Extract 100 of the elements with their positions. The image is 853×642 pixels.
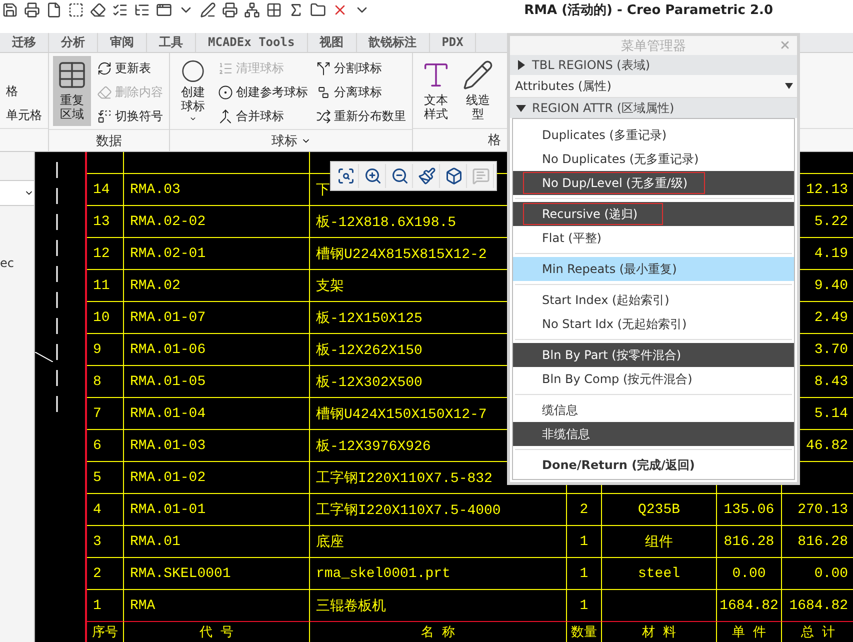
table-cell: 2 <box>87 558 124 590</box>
split-icon <box>316 60 331 76</box>
table-cell: 1684.82 <box>782 590 853 622</box>
ribbon-tab[interactable]: 工具 <box>147 33 196 52</box>
list-icon[interactable] <box>112 2 128 18</box>
table-cell: 11 <box>87 270 124 302</box>
menu-item[interactable]: Duplicates (多重记录) <box>513 123 794 147</box>
panel-title: 菜单管理器 <box>621 38 686 54</box>
panel-label: ec <box>0 256 15 270</box>
header-cell: 总 计 <box>782 622 853 642</box>
ribbon-button[interactable]: 格 <box>4 80 44 102</box>
dropdown-field[interactable] <box>0 180 34 206</box>
network-icon[interactable] <box>244 2 260 18</box>
table-cell: RMA.SKEL0001 <box>124 558 310 590</box>
header-cell: 名 称 <box>310 622 567 642</box>
table-cell: 816.28 <box>717 526 782 558</box>
menu-section[interactable]: TBL REGIONS (表域) <box>510 55 797 75</box>
table-cell: 14 <box>87 174 124 206</box>
triangle-right-icon <box>516 60 526 70</box>
ungroup-icon <box>316 84 331 100</box>
header-cell: 序号 <box>87 622 124 642</box>
table-cell: RMA.02-01 <box>124 238 310 270</box>
eraser-icon[interactable] <box>90 2 106 18</box>
printer-icon[interactable] <box>222 2 238 18</box>
window-title: RMA (活动的) - Creo Parametric 2.0 <box>524 2 773 19</box>
grid-icon[interactable] <box>266 2 282 18</box>
ribbon-tab[interactable]: 迁移 <box>0 33 49 52</box>
ribbon-tab[interactable]: MCADEx Tools <box>196 33 308 52</box>
ribbon-button[interactable]: 文本样式 <box>417 56 455 126</box>
refresh-icon <box>97 60 112 76</box>
folder-icon[interactable] <box>310 2 326 18</box>
menu-item[interactable]: No Duplicates (无多重记录) <box>513 147 794 171</box>
shuffle-icon <box>316 108 331 124</box>
ribbon-button[interactable]: 创建球标 <box>174 56 212 126</box>
table-cell: 0.00 <box>717 558 782 590</box>
ribbon-button[interactable]: 分割球标 <box>314 57 408 79</box>
table-cell: 135.06 <box>717 494 782 526</box>
table-cell: 6 <box>87 430 124 462</box>
table-cell: RMA <box>124 590 310 622</box>
menu-item[interactable]: No Dup/Level (无多重/级) <box>513 171 794 195</box>
table-cell: 7 <box>87 398 124 430</box>
table-cell: 8 <box>87 366 124 398</box>
table-cell: 4 <box>87 494 124 526</box>
ribbon-button[interactable]: 单元格 <box>4 104 44 126</box>
zoom-fit-icon <box>336 167 354 185</box>
ribbon-button[interactable]: 重复区域 <box>53 56 91 126</box>
table-cell: 1 <box>567 526 602 558</box>
ribbon-button[interactable]: 切换符号 <box>95 105 165 127</box>
zoom-in-icon <box>364 167 382 185</box>
table-cell: 0.00 <box>782 558 853 590</box>
table-cell: RMA.01-05 <box>124 366 310 398</box>
frame-icon[interactable] <box>68 2 84 18</box>
tree-icon[interactable] <box>134 2 150 18</box>
caret-icon <box>785 83 793 89</box>
eraser-icon <box>97 84 112 100</box>
file-icon[interactable] <box>46 2 62 18</box>
table-cell: steel <box>602 558 717 590</box>
menu-item[interactable]: Min Repeats (最小重复) <box>513 257 794 281</box>
triangle-down-icon <box>516 103 526 113</box>
attributes-dropdown[interactable]: Attributes (属性) <box>510 75 797 98</box>
ribbon-button[interactable]: 分离球标 <box>314 81 408 103</box>
table-cell: RMA.01-07 <box>124 302 310 334</box>
table-icon <box>56 59 88 91</box>
menu-item[interactable]: Bln By Part (按零件混合) <box>513 343 794 367</box>
menu-item[interactable]: 非缆信息 <box>513 422 794 446</box>
table-cell: 270.13 <box>782 494 853 526</box>
table-cell: RMA.03 <box>124 174 310 206</box>
save-icon[interactable] <box>2 2 18 18</box>
ribbon-tab[interactable]: 分析 <box>49 33 98 52</box>
group-label: 数据 <box>96 132 122 150</box>
ribbon-tab[interactable]: 审阅 <box>98 33 147 52</box>
table-cell: 1 <box>567 558 602 590</box>
ribbon-tab[interactable]: 视图 <box>308 33 357 52</box>
cube-icon <box>444 167 462 185</box>
header-cell: 材 料 <box>602 622 717 642</box>
ribbon-button[interactable]: 更新表 <box>95 57 165 79</box>
ribbon-tab[interactable]: PDX <box>430 33 476 52</box>
table-cell: 三辊卷板机 <box>310 590 567 622</box>
table-cell: 3 <box>87 526 124 558</box>
ribbon-button[interactable]: 创建参考球标 <box>216 81 310 103</box>
table-cell: 10 <box>87 302 124 334</box>
table-cell: 816.28 <box>782 526 853 558</box>
pen-icon[interactable] <box>200 2 216 18</box>
note-icon <box>472 167 490 185</box>
printer-icon[interactable] <box>24 2 40 18</box>
table-cell: 组件 <box>602 526 717 558</box>
header-cell: 代 号 <box>124 622 310 642</box>
menu-item[interactable]: Recursive (递归) <box>513 202 794 226</box>
ribbon-button[interactable]: 线造型 <box>459 56 497 126</box>
ribbon-tab[interactable]: 歆锐标注 <box>356 33 430 52</box>
table-cell: RMA.01-06 <box>124 334 310 366</box>
table-cell: 1684.82 <box>717 590 782 622</box>
table-cell: RMA.01 <box>124 526 310 558</box>
ribbon-button[interactable]: 合并球标 <box>216 105 310 127</box>
ribbon-button[interactable]: 重新分布数里 <box>314 105 408 127</box>
table-cell: 底座 <box>310 526 567 558</box>
window-icon[interactable] <box>156 2 172 18</box>
table-cell: RMA.02 <box>124 270 310 302</box>
menu-section[interactable]: REGION ATTR (区域属性) <box>510 98 797 118</box>
table-cell: RMA.02-02 <box>124 206 310 238</box>
